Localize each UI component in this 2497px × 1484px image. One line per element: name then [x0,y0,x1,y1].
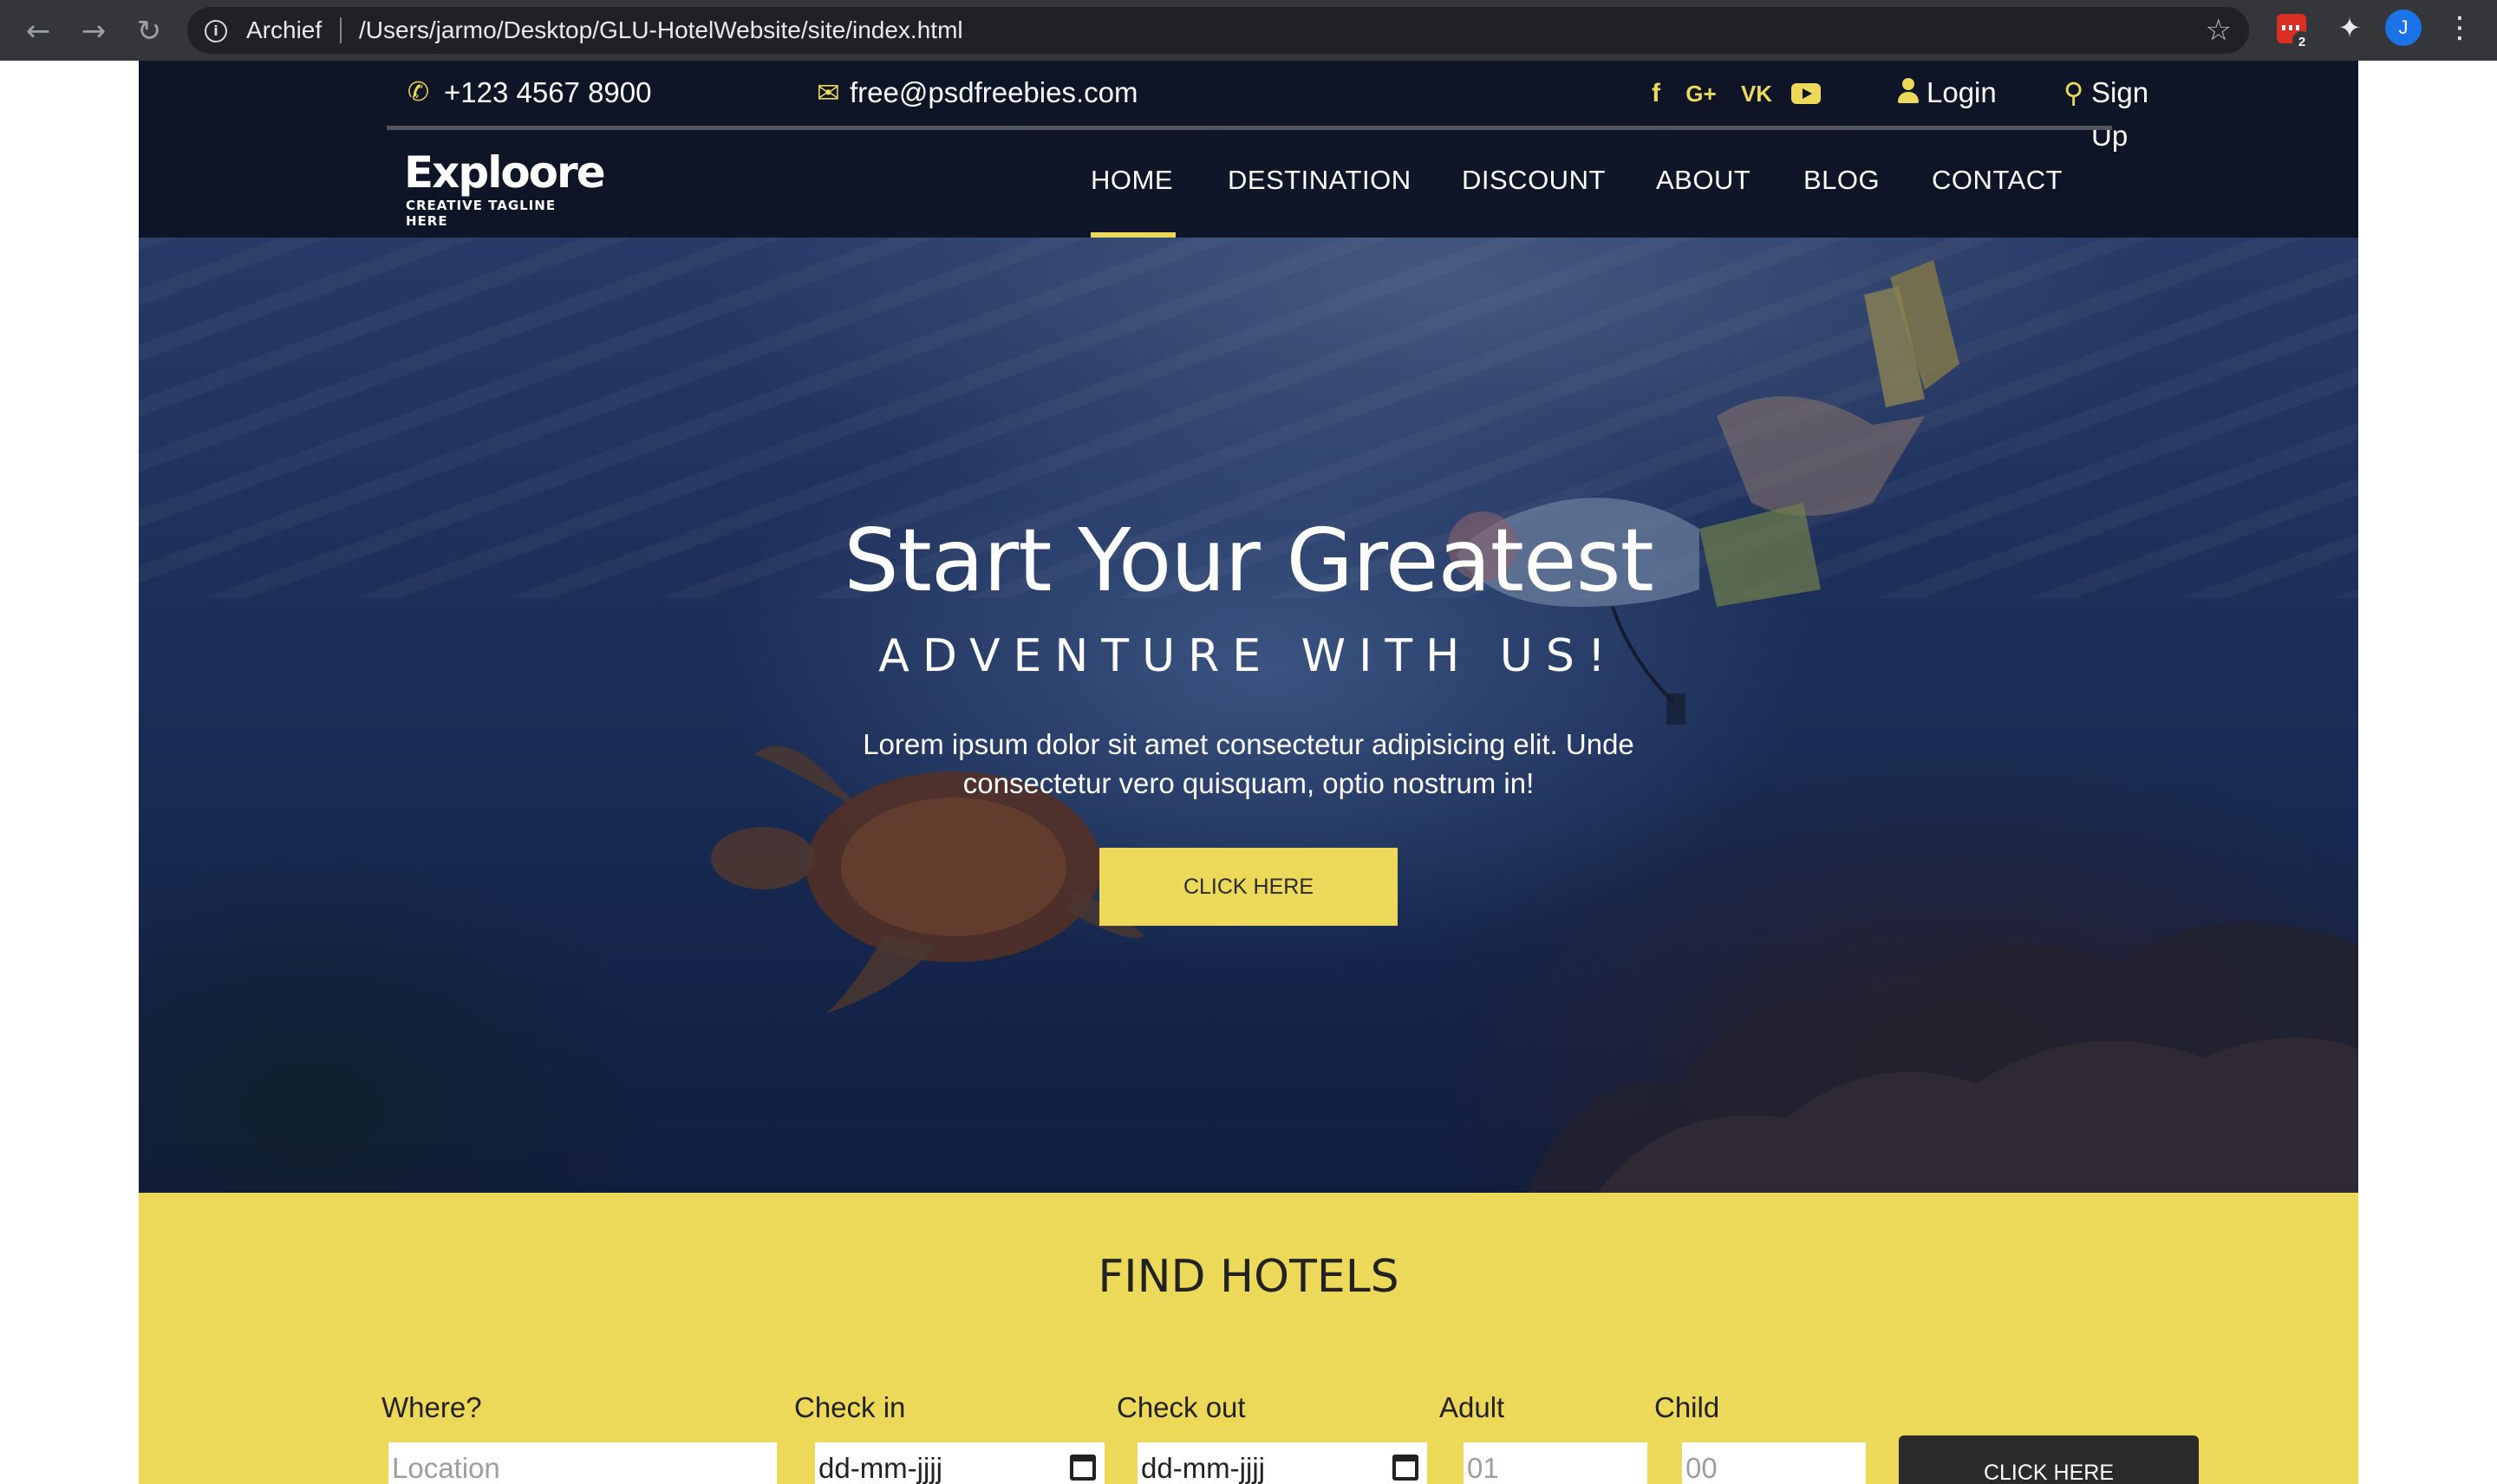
topbar-divider [387,126,2112,130]
location-input[interactable]: Location [388,1442,777,1484]
nav-home[interactable]: HOME [1091,163,1173,198]
address-bar[interactable]: i Archief /Users/jarmo/Desktop/GLU-Hotel… [187,7,2249,54]
logo-name: Exploore [404,147,606,198]
address-separator [340,17,342,43]
site-header: ✆ +123 4567 8900 ✉ free@psdfreebies.com … [139,61,2358,238]
calendar-icon[interactable] [1392,1455,1418,1481]
nav-about[interactable]: ABOUT [1656,163,1751,198]
nav-discount[interactable]: DISCOUNT [1462,163,1606,198]
reload-icon[interactable]: ↻ [130,12,168,50]
check-out-date-input[interactable]: dd-mm-jjjj [1138,1442,1427,1484]
vk-icon[interactable]: VK [1739,76,1774,111]
check-in-date-input[interactable]: dd-mm-jjjj [815,1442,1105,1484]
check-out-value: dd-mm-jjjj [1141,1452,1265,1484]
phone-number: +123 4567 8900 [444,76,652,108]
child-placeholder: 00 [1685,1452,1718,1484]
youtube-icon[interactable] [1791,83,1821,104]
user-icon [1897,76,1920,106]
nav-blog[interactable]: BLOG [1803,163,1880,198]
nav-active-indicator [1091,232,1176,238]
hero-subtitle: ADVENTURE WITH US! [878,630,1619,682]
calendar-icon[interactable] [1070,1455,1096,1481]
website-viewport: ✆ +123 4567 8900 ✉ free@psdfreebies.com … [139,61,2358,1484]
check-out-label: Check out [1117,1391,1246,1423]
info-icon[interactable]: i [205,20,227,42]
where-label: Where? [381,1391,482,1423]
phone-icon: ✆ [407,77,430,107]
extension-icon[interactable]: 2 [2277,14,2311,50]
child-count-input[interactable]: 00 [1682,1442,1866,1484]
bookmark-star-icon[interactable]: ☆ [2206,14,2232,47]
extension-badge: 2 [2292,31,2311,50]
hero-cta-button[interactable]: CLICK HERE [1099,848,1398,926]
signup-link[interactable]: Sign Up [2091,71,2148,158]
child-label: Child [1654,1391,1720,1423]
find-hotels-title: FIND HOTELS [1098,1251,1399,1303]
adult-count-input[interactable]: 01 [1464,1442,1647,1484]
find-hotels-submit-button[interactable]: CLICK HERE [1899,1435,2199,1484]
envelope-icon: ✉ [817,76,840,109]
check-in-value: dd-mm-jjjj [818,1452,942,1484]
profile-avatar[interactable]: J [2385,10,2422,46]
top-bar: ✆ +123 4567 8900 ✉ free@psdfreebies.com … [387,61,2148,152]
url-text[interactable]: /Users/jarmo/Desktop/GLU-HotelWebsite/si… [359,18,963,42]
facebook-icon[interactable]: f [1646,76,1666,111]
location-placeholder: Location [392,1452,500,1484]
extensions-puzzle-icon[interactable]: ✦ [2332,10,2367,45]
key-icon: ⚲ [2063,76,2084,109]
hero-description: Lorem ipsum dolor sit amet consectetur a… [863,728,1634,799]
find-hotels-section: FIND HOTELS Where? Check in Check out Ad… [139,1193,2358,1484]
adult-label: Adult [1439,1391,1505,1423]
site-logo[interactable]: Exploore CREATIVE TAGLINE HERE [404,146,606,229]
logo-tagline: CREATIVE TAGLINE HERE [406,198,557,229]
adult-placeholder: 01 [1467,1452,1499,1484]
nav-contact[interactable]: CONTACT [1932,163,2063,198]
nav-destination[interactable]: DESTINATION [1228,163,1411,198]
google-plus-icon[interactable]: G+ [1682,76,1720,111]
back-arrow-icon[interactable]: ← [19,12,57,50]
login-link[interactable]: Login [1927,71,1997,114]
email-address[interactable]: free@psdfreebies.com [850,71,1138,114]
browser-toolbar: ← → ↻ i Archief /Users/jarmo/Desktop/GLU… [0,0,2497,61]
site-label: Archief [246,16,323,43]
hero-title: Start Your Greatest [844,510,1654,611]
check-in-label: Check in [794,1391,906,1423]
kebab-menu-icon[interactable]: ⋮ [2445,9,2474,47]
forward-arrow-icon[interactable]: → [75,12,113,50]
